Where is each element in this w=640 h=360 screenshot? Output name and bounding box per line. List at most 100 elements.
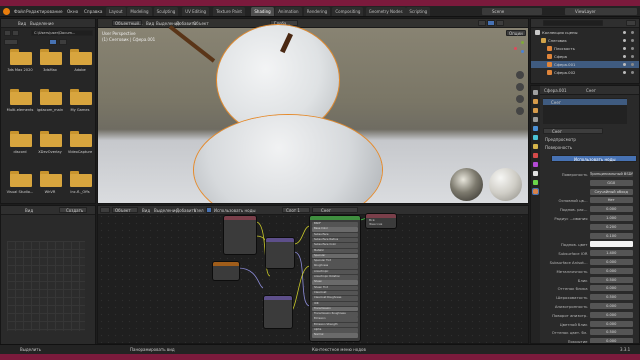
- property-value-field[interactable]: [589, 241, 633, 248]
- principled-bsdf-node[interactable]: BSDF Base Color Subsurface Subsurface Radiu…: [310, 216, 360, 341]
- bsdf-input-row[interactable]: Roughness: [312, 264, 358, 269]
- folder-icon[interactable]: [10, 49, 32, 65]
- render-camera-icon[interactable]: [631, 63, 634, 66]
- property-value-field[interactable]: 0.000: [589, 206, 633, 213]
- properties-tab-icon[interactable]: [533, 180, 538, 185]
- visibility-eye-icon[interactable]: [623, 71, 626, 74]
- outliner-search-field[interactable]: [543, 20, 603, 26]
- property-value-field[interactable]: Принципиальный BSDF: [589, 171, 633, 177]
- material-slots-list[interactable]: Снег: [543, 98, 627, 124]
- folder-label[interactable]: 3ds Max 2020: [5, 68, 35, 72]
- bsdf-input-row[interactable]: Emission: [312, 317, 358, 322]
- mapping-node[interactable]: [266, 238, 294, 268]
- gizmo-y-icon[interactable]: [521, 41, 524, 44]
- properties-tab-icon[interactable]: [533, 171, 538, 176]
- bsdf-input-row[interactable]: Sheen: [312, 280, 358, 285]
- zoom-icon[interactable]: [516, 71, 524, 79]
- bsdf-input-row[interactable]: Normal: [312, 333, 358, 338]
- property-value-field[interactable]: 0.000: [589, 311, 633, 318]
- outliner-item[interactable]: Снеговик: [531, 37, 639, 44]
- property-value-field[interactable]: 0.000: [589, 285, 633, 292]
- bsdf-input-row[interactable]: Transmission Roughness: [312, 312, 358, 317]
- property-value-field[interactable]: 0.500: [589, 329, 633, 336]
- preview-section[interactable]: Предпросмотр: [545, 137, 576, 142]
- folder-label[interactable]: igdacom_main: [35, 108, 65, 112]
- render-camera-icon[interactable]: [631, 55, 634, 58]
- menu-edit[interactable]: Редактирование: [26, 9, 63, 14]
- visibility-eye-icon[interactable]: [623, 55, 626, 58]
- shading-solid-icon[interactable]: [478, 20, 486, 26]
- properties-tab-icon[interactable]: [533, 126, 538, 131]
- new-image-button[interactable]: Создать: [59, 207, 87, 213]
- tab-compositing[interactable]: Compositing: [332, 7, 364, 16]
- visibility-eye-icon[interactable]: [623, 63, 626, 66]
- texture-coordinate-node[interactable]: [224, 216, 256, 254]
- folder-icon[interactable]: [40, 131, 62, 147]
- scene-selector[interactable]: Scene: [482, 8, 542, 15]
- back-icon[interactable]: [4, 30, 11, 36]
- bsdf-input-row[interactable]: Anisotropic: [312, 269, 358, 275]
- bsdf-input-row[interactable]: Specular: [312, 253, 358, 259]
- bsdf-input-row[interactable]: Base Color: [312, 227, 358, 232]
- property-value-field[interactable]: 0.000: [589, 267, 633, 274]
- menu-window[interactable]: Окно: [67, 9, 78, 14]
- material-datablock-selector[interactable]: Снег: [543, 128, 603, 134]
- bsdf-input-row[interactable]: Subsurface Color: [312, 243, 358, 248]
- folder-label[interactable]: XDevOverlay: [35, 150, 65, 154]
- bsdf-input-row[interactable]: IOR: [312, 301, 358, 306]
- tab-shading[interactable]: Shading: [251, 7, 274, 16]
- property-value-field[interactable]: 0.000: [589, 303, 633, 309]
- bsdf-input-row[interactable]: Subsurface Radius: [312, 237, 358, 243]
- folder-label[interactable]: Inc-fl-_Offs: [65, 190, 95, 194]
- property-value-field[interactable]: 0.500: [589, 276, 633, 283]
- node-editor[interactable]: Объект Вид Выделение Добавить Узел Испол…: [97, 205, 529, 344]
- tab-layout[interactable]: Layout: [106, 7, 126, 16]
- snowman-arm-stick[interactable]: [168, 24, 216, 63]
- surface-section[interactable]: Поверхность: [545, 145, 572, 150]
- image-grid[interactable]: [7, 241, 85, 331]
- outliner-item[interactable]: Коллекция сцены: [531, 29, 639, 36]
- outliner-item[interactable]: Плоскость: [531, 45, 639, 52]
- property-value-field[interactable]: 1.000: [589, 215, 633, 221]
- property-value-field[interactable]: 1.400: [589, 250, 633, 257]
- folder-icon[interactable]: [70, 89, 92, 105]
- tab-uv-editing[interactable]: UV Editing: [182, 7, 210, 16]
- ie-menu-view[interactable]: Вид: [25, 208, 33, 213]
- render-camera-icon[interactable]: [631, 47, 634, 50]
- shading-rendered-icon[interactable]: [496, 20, 504, 26]
- outliner-item[interactable]: Сфера.002: [531, 69, 639, 76]
- output-opt-emission[interactable]: Эмиссия: [369, 222, 382, 226]
- fb-menu-view[interactable]: Вид: [18, 21, 26, 26]
- property-value-field[interactable]: 0.500: [589, 294, 633, 301]
- bump-node[interactable]: [264, 296, 292, 328]
- bsdf-input-row[interactable]: Emission Strength: [312, 322, 358, 328]
- folder-label[interactable]: My Games: [65, 108, 95, 112]
- property-value-field[interactable]: Случайный обход: [589, 188, 633, 195]
- bsdf-input-row[interactable]: Clearcoat Roughness: [312, 296, 358, 301]
- folder-icon[interactable]: [10, 171, 32, 187]
- tab-animation[interactable]: Animation: [275, 7, 302, 16]
- tab-modeling[interactable]: Modeling: [127, 7, 152, 16]
- bsdf-input-row[interactable]: Subsurface: [312, 232, 358, 238]
- folder-label[interactable]: Visual Studio...: [5, 190, 35, 194]
- properties-tab-icon[interactable]: [533, 108, 538, 113]
- bsdf-input-row[interactable]: BSDF: [312, 222, 358, 227]
- folder-icon[interactable]: [10, 131, 32, 147]
- folder-icon[interactable]: [40, 171, 62, 187]
- tab-geometry-nodes[interactable]: Geometry Nodes: [365, 7, 406, 16]
- outliner-item[interactable]: Сфера.001: [531, 61, 639, 68]
- filter-icon[interactable]: [59, 39, 67, 45]
- properties-tab-icon[interactable]: [533, 153, 538, 158]
- grid-icon[interactable]: [516, 107, 524, 115]
- material-slot-item[interactable]: Снег: [543, 99, 627, 105]
- property-value-field[interactable]: 0.000: [589, 320, 633, 327]
- blender-logo-icon[interactable]: [3, 8, 10, 15]
- tab-scripting[interactable]: Scripting: [406, 7, 431, 16]
- outliner-filter-icon[interactable]: [626, 20, 636, 26]
- viewlayer-selector[interactable]: ViewLayer: [565, 8, 637, 15]
- visibility-eye-icon[interactable]: [623, 47, 626, 50]
- properties-tab-icon[interactable]: [533, 144, 538, 149]
- folder-label[interactable]: 3dsMax: [35, 68, 65, 72]
- folder-icon[interactable]: [10, 89, 32, 105]
- visibility-eye-icon[interactable]: [623, 39, 626, 42]
